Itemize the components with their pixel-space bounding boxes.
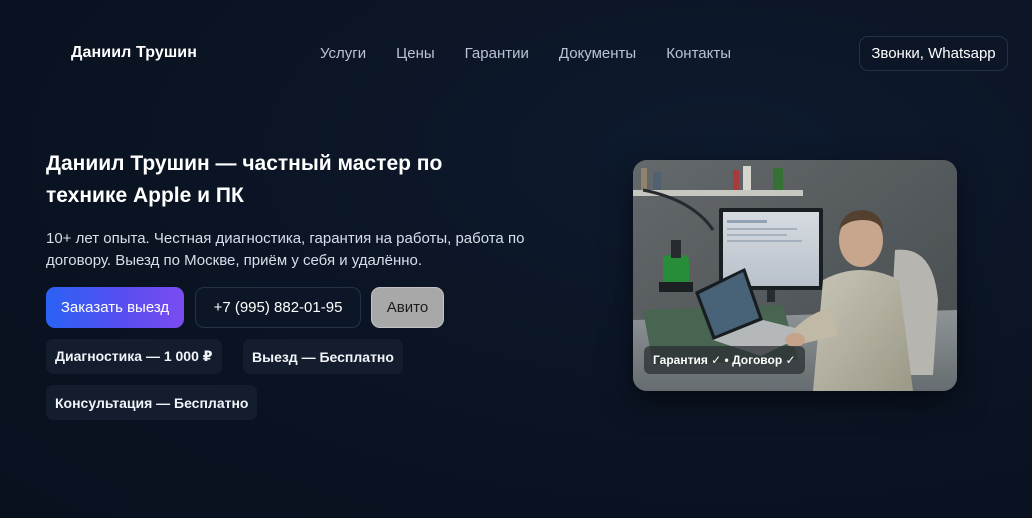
nav-link-prices[interactable]: Цены	[396, 45, 435, 62]
hero-title: Даниил Трушин — частный мастер по техник…	[46, 152, 443, 207]
brand-name[interactable]: Даниил Трушин	[71, 44, 197, 62]
guarantee-contract-badge: Гарантия ✓ • Договор ✓	[644, 346, 805, 374]
avito-button[interactable]: Авито	[371, 287, 444, 328]
page: Даниил Трушин Услуги Цены Гарантии Докум…	[0, 0, 1032, 518]
main-nav: Услуги Цены Гарантии Документы Контакты	[320, 45, 731, 62]
calls-whatsapp-button[interactable]: Звонки, Whatsapp	[859, 36, 1008, 71]
order-visit-button[interactable]: Заказать выезд	[46, 287, 184, 328]
price-chip-visit: Выезд — Бесплатно	[243, 339, 403, 374]
price-chip-diagnostics: Диагностика — 1 000 ₽	[46, 339, 222, 374]
nav-link-contacts[interactable]: Контакты	[666, 45, 731, 62]
nav-link-guarantees[interactable]: Гарантии	[465, 45, 529, 62]
price-chip-consultation: Консультация — Бесплатно	[46, 385, 258, 420]
phone-button[interactable]: +7 (995) 882-01-95	[195, 287, 361, 328]
nav-link-services[interactable]: Услуги	[320, 45, 366, 62]
nav-link-documents[interactable]: Документы	[559, 45, 636, 62]
master-photo: Гарантия ✓ • Договор ✓	[633, 160, 957, 391]
hero-subtitle: 10+ лет опыта. Честная диагностика, гара…	[46, 230, 525, 269]
